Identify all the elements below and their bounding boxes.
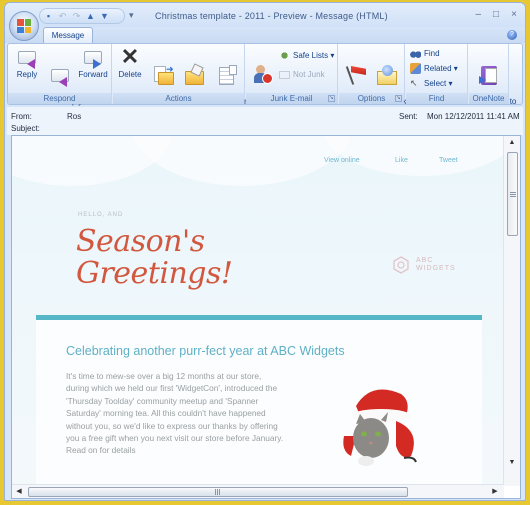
safe-lists-label: Safe Lists ▾ [293, 51, 335, 60]
group-junk-email: Block Sender Safe Lists ▾ Not Junk Junk … [246, 44, 338, 115]
help-icon[interactable]: ? [507, 30, 517, 40]
scroll-up-button[interactable]: ▲ [507, 138, 517, 148]
scroll-left-button[interactable]: ◀ [14, 487, 24, 497]
follow-up-flag-icon [344, 64, 368, 86]
office-logo-icon [17, 19, 31, 33]
office-button[interactable] [9, 11, 39, 41]
redo-icon[interactable]: ↷ [72, 11, 81, 21]
not-junk-icon [279, 70, 290, 79]
minimize-button[interactable]: – [475, 9, 481, 20]
cloud-decoration [132, 136, 352, 186]
vertical-scroll-thumb[interactable] [507, 152, 518, 236]
kitten-santa-hat-image [326, 376, 426, 476]
from-label: From: [11, 112, 32, 121]
window-title: Christmas template - 2011 - Preview - Me… [155, 11, 388, 21]
group-options: Follow Up ▾ Mark as Unread Options ↘ [339, 44, 417, 115]
group-onenote: Send to OneNote OneNote [469, 44, 516, 115]
greeting-line-1: Season's [76, 224, 205, 259]
forward-icon [81, 46, 105, 69]
related-button[interactable]: Related ▾ [410, 63, 458, 74]
find-button[interactable]: Find [410, 48, 440, 59]
hexagon-logo-icon [392, 256, 410, 274]
abc-widgets-logo: ABC WIDGETS [392, 256, 456, 274]
create-rule-icon [182, 63, 206, 86]
close-button[interactable]: × [511, 9, 517, 20]
brand-line-2: WIDGETS [416, 265, 456, 272]
email-paragraph: It's time to mew-se over a big 12 months… [66, 371, 284, 444]
group-find: Find Related ▾ ↖ Select ▾ Find [406, 44, 468, 104]
email-body: View online Like Tweet HELLO, AND Season… [12, 136, 504, 486]
previous-item-icon[interactable]: ▲ [86, 11, 95, 21]
group-label-actions: Actions [113, 93, 244, 104]
not-junk-button[interactable]: Not Junk [279, 70, 325, 79]
scroll-right-button[interactable]: ▶ [490, 487, 500, 497]
forward-button[interactable]: Forward [76, 46, 110, 79]
junk-email-options-launcher[interactable]: ↘ [328, 95, 335, 102]
message-body-viewer: View online Like Tweet HELLO, AND Season… [11, 135, 521, 499]
other-actions-icon [215, 64, 239, 86]
horizontal-scrollbar[interactable]: ◀ ▶ [12, 484, 504, 498]
customize-qat-button[interactable]: ▾ [129, 10, 134, 21]
reply-icon [15, 46, 39, 69]
brand-line-1: ABC [416, 257, 434, 264]
group-label-onenote: OneNote [469, 93, 508, 104]
like-link[interactable]: Like [395, 157, 408, 164]
block-sender-icon [251, 64, 275, 86]
subject-label: Subject: [11, 124, 40, 133]
reply-all-icon [48, 64, 72, 87]
sent-value: Mon 12/12/2011 11:41 AM [427, 112, 520, 121]
horizontal-scroll-thumb[interactable] [28, 487, 408, 497]
ribbon-tab-bar: Message ? [5, 27, 525, 43]
safe-lists-icon [279, 50, 290, 61]
cloud-decoration [322, 136, 504, 176]
email-headline: Celebrating another purr-fect year at AB… [66, 344, 345, 358]
tweet-link[interactable]: Tweet [439, 157, 458, 164]
group-label-junk-email: Junk E-mail [246, 93, 337, 104]
forward-label: Forward [78, 70, 108, 79]
mark-as-unread-icon [375, 64, 399, 86]
delete-label: Delete [118, 70, 142, 79]
from-value[interactable]: Ros [67, 112, 81, 121]
safe-lists-button[interactable]: Safe Lists ▾ [279, 50, 334, 61]
options-launcher[interactable]: ↘ [395, 95, 402, 102]
maximize-button[interactable]: □ [493, 9, 499, 20]
save-icon[interactable]: ▪ [44, 11, 53, 21]
sent-label: Sent: [399, 112, 418, 121]
binoculars-icon [410, 48, 421, 59]
tab-message[interactable]: Message [43, 27, 93, 43]
read-on-link[interactable]: Read on for details [66, 444, 286, 456]
group-label-respond: Respond [8, 93, 111, 104]
quick-access-toolbar: ▪ ↶ ↷ ▲ ▼ [39, 8, 125, 24]
group-actions: ✕ Delete ➜ Move to Folder ▾ Create Rule [113, 44, 247, 115]
hello-and-text: HELLO, AND [78, 212, 124, 218]
message-header: From: Ros Subject: Sent: Mon 12/12/2011 … [7, 107, 523, 135]
next-item-icon[interactable]: ▼ [100, 11, 109, 21]
ribbon: Reply Reply to All Forward Respond [7, 43, 523, 115]
title-bar: ▪ ↶ ↷ ▲ ▼ ▾ Christmas template - 2011 - … [5, 3, 525, 29]
related-icon [410, 63, 421, 74]
delete-button[interactable]: ✕ Delete [115, 44, 145, 80]
view-online-link[interactable]: View online [324, 157, 360, 164]
scroll-down-button[interactable]: ▼ [507, 458, 517, 468]
group-label-find: Find [406, 93, 467, 104]
onenote-icon [477, 64, 501, 86]
undo-icon[interactable]: ↶ [58, 11, 67, 21]
reply-label: Reply [16, 70, 38, 79]
not-junk-label: Not Junk [293, 70, 325, 79]
find-label: Find [424, 49, 440, 58]
seasons-greetings-heading: Season's Greetings! [76, 224, 233, 291]
related-label: Related ▾ [424, 64, 458, 73]
vertical-scrollbar[interactable]: ▲ ▼ [503, 136, 520, 486]
delete-icon: ✕ [120, 44, 140, 69]
select-button[interactable]: ↖ Select ▾ [410, 78, 452, 89]
group-respond: Reply Reply to All Forward Respond [8, 44, 112, 115]
outlook-message-window: ▪ ↶ ↷ ▲ ▼ ▾ Christmas template - 2011 - … [4, 2, 526, 501]
move-to-folder-icon: ➜ [150, 64, 174, 86]
reply-button[interactable]: Reply [12, 46, 42, 79]
select-label: Select ▾ [424, 79, 453, 88]
greeting-line-2: Greetings! [76, 256, 233, 291]
select-cursor-icon: ↖ [410, 78, 418, 88]
